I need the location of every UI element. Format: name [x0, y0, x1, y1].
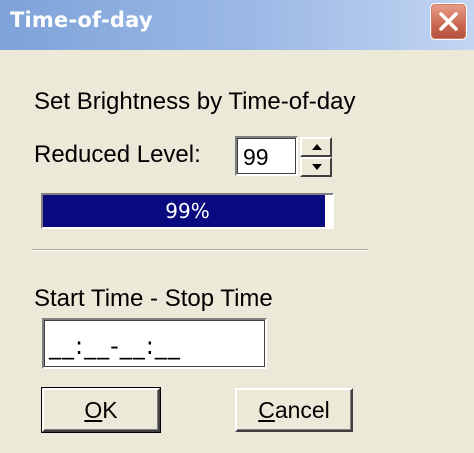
close-button[interactable]: [430, 3, 467, 40]
ok-accelerator: O: [84, 397, 103, 423]
separator: [32, 249, 368, 251]
cancel-label-rest: ancel: [274, 397, 330, 423]
window-title: Time-of-day: [10, 8, 153, 32]
brightness-heading: Set Brightness by Time-of-day: [34, 88, 356, 115]
spin-down-button[interactable]: [300, 157, 332, 177]
ok-button[interactable]: OK: [41, 387, 161, 433]
time-of-day-dialog: Time-of-day Set Brightness by Time-of-da…: [0, 0, 474, 453]
close-x-icon: [439, 12, 458, 31]
time-range-label: Start Time - Stop Time: [34, 285, 273, 312]
reduced-level-label: Reduced Level:: [34, 141, 201, 168]
time-range-input[interactable]: __:__-__:__: [42, 318, 267, 369]
spin-up-button[interactable]: [300, 137, 332, 157]
cancel-accelerator: C: [258, 397, 275, 423]
progress-text: 99%: [165, 199, 210, 223]
reduced-level-input[interactable]: 99: [235, 136, 298, 176]
ok-label-rest: K: [102, 397, 118, 423]
arrow-down-icon: [312, 164, 322, 170]
arrow-up-icon: [312, 144, 322, 150]
cancel-button[interactable]: Cancel: [235, 388, 353, 432]
title-bar[interactable]: Time-of-day: [0, 0, 474, 50]
brightness-progress-bar: 99%: [41, 193, 334, 229]
